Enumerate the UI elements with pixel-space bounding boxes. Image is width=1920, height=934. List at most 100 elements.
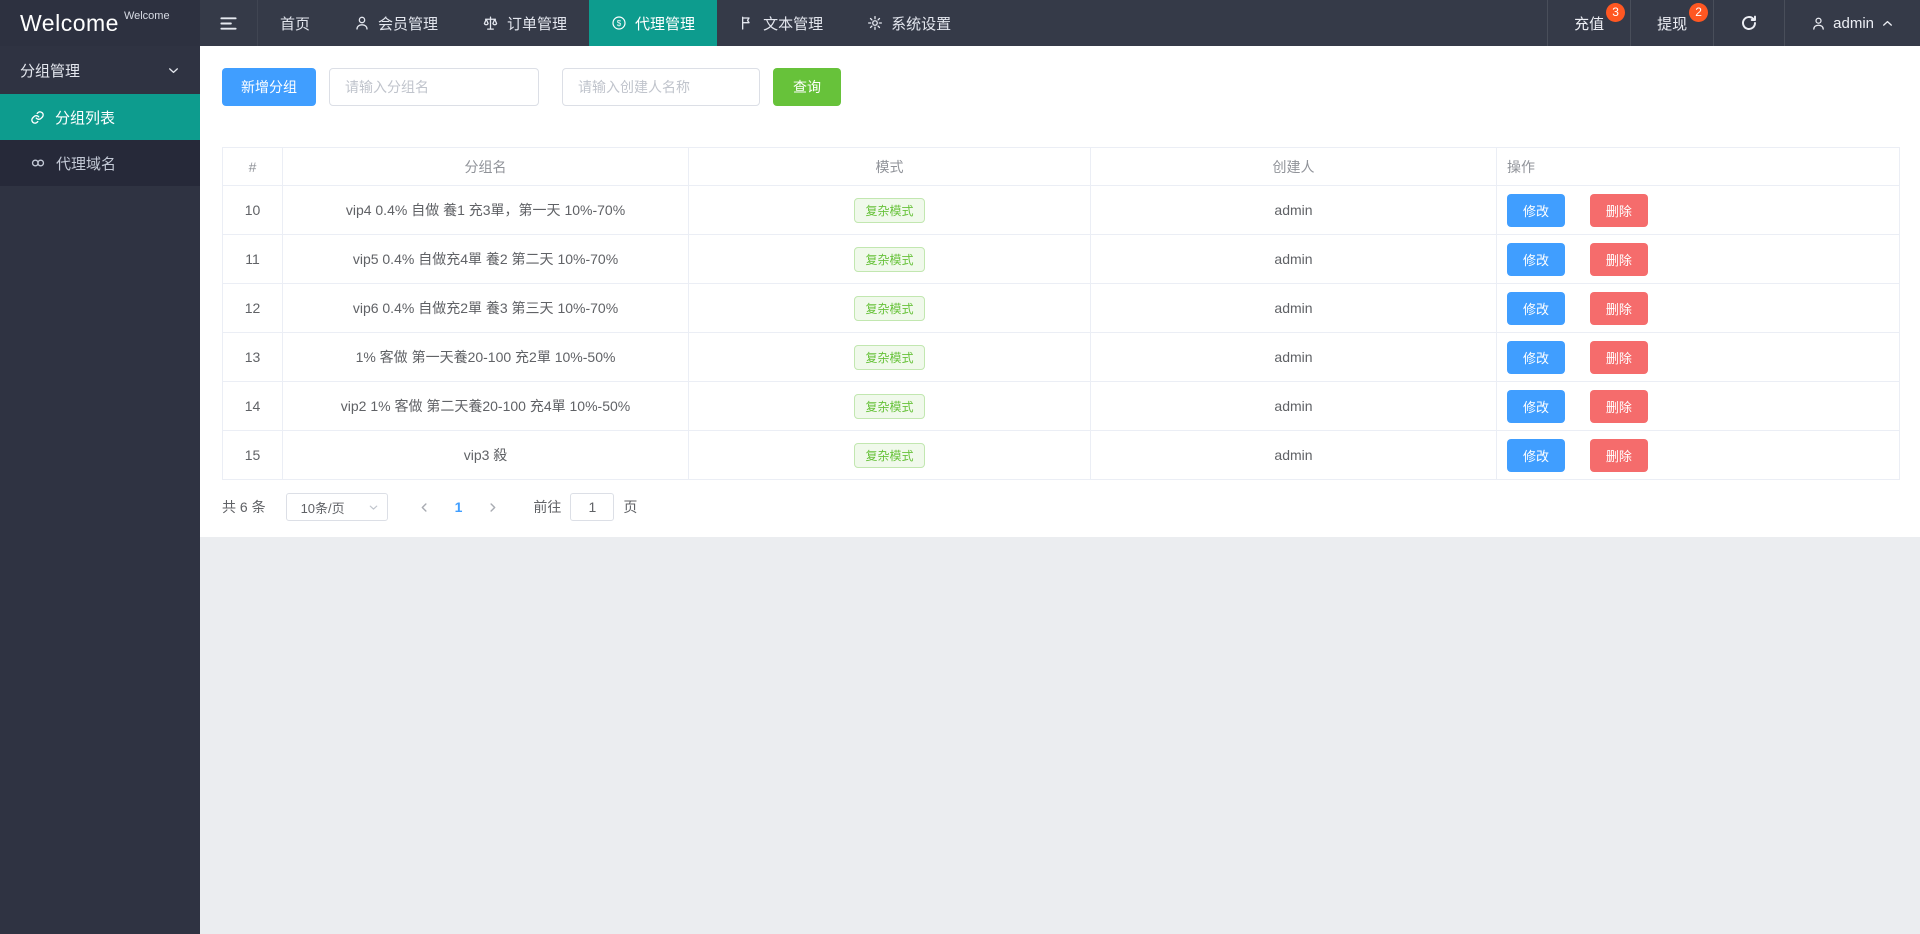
cell-mode: 复杂模式 (688, 332, 1091, 382)
delete-button[interactable]: 删除 (1589, 291, 1648, 325)
delete-button[interactable]: 删除 (1589, 438, 1648, 472)
content-card: 新增分组 查询 # 分组名 模式 创建人 操作 10 vip4 0.4% 自做 … (200, 46, 1920, 537)
next-page-button[interactable] (474, 501, 511, 514)
recharge-label: 充值 (1574, 15, 1605, 33)
col-actions: 操作 (1496, 147, 1900, 186)
nav-item-agents[interactable]: $ 代理管理 (589, 0, 718, 46)
nav-item-label: 会员管理 (378, 15, 439, 33)
user-menu[interactable]: admin (1784, 0, 1920, 46)
table-row: 12 vip6 0.4% 自做充2單 養3 第三天 10%-70% 复杂模式 a… (222, 283, 1900, 333)
col-mode: 模式 (688, 147, 1091, 186)
cell-actions: 修改 删除 (1496, 283, 1900, 333)
pagination: 共 6 条 10条/页 1 前往 页 (222, 493, 1900, 521)
cell-actions: 修改 删除 (1496, 234, 1900, 284)
cell-id: 10 (222, 185, 283, 235)
cell-id: 12 (222, 283, 283, 333)
cell-creator: admin (1090, 381, 1497, 431)
group-name-input[interactable] (329, 68, 539, 106)
refresh-button[interactable] (1713, 0, 1784, 46)
nav-item-settings[interactable]: 系统设置 (845, 0, 973, 46)
table-header-row: # 分组名 模式 创建人 操作 (222, 147, 1900, 186)
sidebar-group-management[interactable]: 分组管理 (0, 46, 200, 94)
chevron-up-icon (1881, 17, 1894, 30)
main-content: 新增分组 查询 # 分组名 模式 创建人 操作 10 vip4 0.4% 自做 … (200, 46, 1920, 934)
withdraw-button[interactable]: 提现 2 (1630, 0, 1713, 46)
edit-button[interactable]: 修改 (1507, 340, 1566, 374)
chevron-down-icon (167, 64, 180, 77)
search-button[interactable]: 查询 (773, 68, 841, 106)
col-group-name: 分组名 (282, 147, 689, 186)
nav-item-members[interactable]: 会员管理 (332, 0, 460, 46)
recharge-button[interactable]: 充值 3 (1547, 0, 1630, 46)
nav-item-label: 文本管理 (763, 15, 824, 33)
cell-creator: admin (1090, 332, 1497, 382)
creator-name-input[interactable] (562, 68, 760, 106)
nav-item-orders[interactable]: 订单管理 (460, 0, 589, 46)
svg-text:$: $ (617, 19, 622, 28)
table-row: 15 vip3 殺 复杂模式 admin 修改 删除 (222, 430, 1900, 480)
edit-button[interactable]: 修改 (1507, 389, 1566, 423)
delete-button[interactable]: 删除 (1589, 340, 1648, 374)
gear-icon (867, 15, 883, 31)
cell-actions: 修改 删除 (1496, 185, 1900, 235)
delete-button[interactable]: 删除 (1589, 389, 1648, 423)
cell-creator: admin (1090, 185, 1497, 235)
add-group-button[interactable]: 新增分组 (222, 68, 316, 106)
nav-item-texts[interactable]: 文本管理 (717, 0, 845, 46)
sidebar-item-group-list[interactable]: 分组列表 (0, 94, 200, 140)
user-icon (1811, 16, 1826, 31)
groups-table: # 分组名 模式 创建人 操作 10 vip4 0.4% 自做 養1 充3單，第… (222, 147, 1900, 480)
delete-button[interactable]: 删除 (1589, 242, 1648, 276)
delete-button[interactable]: 删除 (1589, 193, 1648, 227)
sidebar-submenu: 分组列表 代理域名 (0, 94, 200, 186)
goto-page-input[interactable] (570, 493, 615, 521)
page-number-1[interactable]: 1 (443, 499, 475, 515)
recharge-badge: 3 (1606, 3, 1626, 22)
pagination-total: 共 6 条 (222, 499, 266, 515)
nav-item-label: 系统设置 (891, 15, 952, 33)
sidebar-group-label: 分组管理 (20, 62, 81, 80)
sidebar-item-label: 分组列表 (55, 109, 116, 127)
withdraw-label: 提现 (1657, 15, 1688, 33)
cell-group-name: vip4 0.4% 自做 養1 充3單，第一天 10%-70% (282, 185, 689, 235)
goto-label: 前往 (533, 499, 562, 515)
cell-id: 14 (222, 381, 283, 431)
sidebar-item-label: 代理域名 (56, 155, 117, 173)
app-logo-name: Welcome (20, 9, 119, 36)
chain-icon (30, 155, 46, 171)
cell-group-name: vip5 0.4% 自做充4單 養2 第二天 10%-70% (282, 234, 689, 284)
cell-creator: admin (1090, 283, 1497, 333)
mode-badge: 复杂模式 (854, 295, 925, 321)
cell-actions: 修改 删除 (1496, 430, 1900, 480)
sidebar-collapse-toggle[interactable] (200, 0, 258, 46)
goto-suffix: 页 (623, 499, 638, 515)
goto-page: 前往 页 (533, 493, 637, 521)
edit-button[interactable]: 修改 (1507, 438, 1566, 472)
cell-group-name: 1% 客做 第一天養20-100 充2單 10%-50% (282, 332, 689, 382)
cell-actions: 修改 删除 (1496, 381, 1900, 431)
col-creator: 创建人 (1090, 147, 1497, 186)
edit-button[interactable]: 修改 (1507, 242, 1566, 276)
prev-page-button[interactable] (406, 501, 443, 514)
app-logo: Welcome Welcome (0, 0, 200, 46)
toolbar: 新增分组 查询 (222, 68, 1900, 106)
nav-item-label: 代理管理 (635, 15, 696, 33)
top-navbar: Welcome Welcome 首页 会员管理 订单管理 $ 代理管理 文本管理 (0, 0, 1920, 46)
edit-button[interactable]: 修改 (1507, 291, 1566, 325)
username-label: admin (1833, 14, 1874, 32)
edit-button[interactable]: 修改 (1507, 193, 1566, 227)
mode-badge: 复杂模式 (854, 246, 925, 272)
table-row: 13 1% 客做 第一天養20-100 充2單 10%-50% 复杂模式 adm… (222, 332, 1900, 382)
cell-mode: 复杂模式 (688, 381, 1091, 431)
cell-mode: 复杂模式 (688, 234, 1091, 284)
sidebar-item-agent-domain[interactable]: 代理域名 (0, 140, 200, 186)
page-size-select[interactable]: 10条/页 (285, 493, 388, 521)
cell-mode: 复杂模式 (688, 430, 1091, 480)
mode-badge: 复杂模式 (854, 442, 925, 468)
table-row: 10 vip4 0.4% 自做 養1 充3單，第一天 10%-70% 复杂模式 … (222, 185, 1900, 235)
dollar-circle-icon: $ (611, 15, 627, 31)
cell-id: 13 (222, 332, 283, 382)
cell-creator: admin (1090, 430, 1497, 480)
mode-badge: 复杂模式 (854, 344, 925, 370)
nav-item-home[interactable]: 首页 (258, 0, 332, 46)
